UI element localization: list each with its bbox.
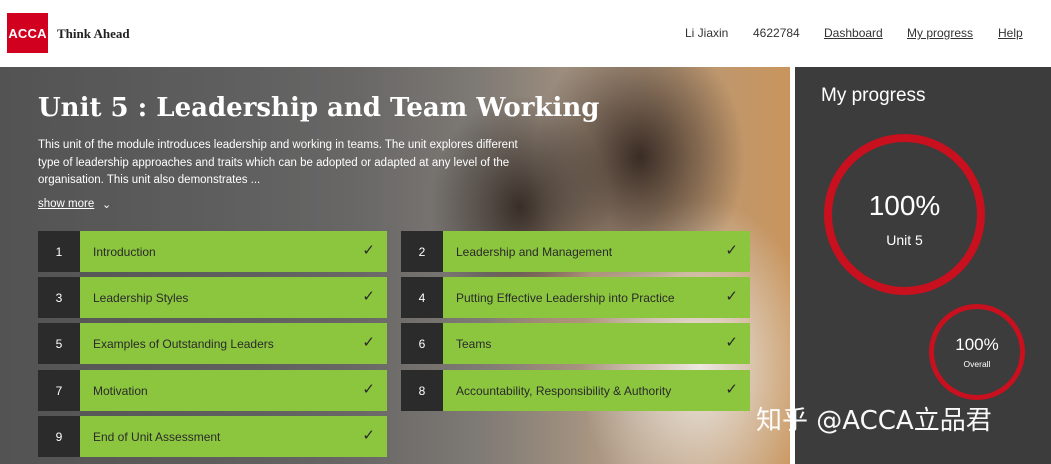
checkmark-icon: ✓: [362, 381, 375, 398]
overall-progress-label: Overall: [963, 359, 991, 369]
topic-label: Putting Effective Leadership into Practi…: [456, 291, 675, 305]
nav-help-link[interactable]: Help: [998, 26, 1023, 40]
topic-number: 3: [38, 277, 80, 318]
progress-title: My progress: [821, 85, 926, 106]
topic-item-2[interactable]: 2 Leadership and Management ✓: [401, 231, 750, 272]
checkmark-icon: ✓: [362, 242, 375, 259]
unit-description: This unit of the module introduces leade…: [38, 139, 518, 186]
nav-my-progress-link[interactable]: My progress: [907, 26, 973, 40]
topic-number: 9: [38, 416, 80, 457]
checkmark-icon: ✓: [725, 381, 738, 398]
checkmark-icon: ✓: [725, 242, 738, 259]
topic-label: End of Unit Assessment: [93, 430, 221, 444]
unit-progress-percent: 100%: [868, 190, 941, 221]
watermark: 知乎 @ACCA立品君: [756, 406, 992, 436]
checkmark-icon: ✓: [362, 427, 375, 444]
topic-label: Motivation: [93, 384, 148, 398]
overall-progress-ring: 100% Overall: [929, 304, 1025, 400]
overall-progress-percent: 100%: [955, 335, 999, 354]
topic-label: Teams: [456, 337, 492, 351]
topic-number: 4: [401, 277, 443, 318]
acca-logo[interactable]: ACCA: [7, 13, 48, 53]
show-more-link[interactable]: show more: [38, 198, 94, 210]
topic-number: 6: [401, 323, 443, 364]
user-name: Li Jiaxin: [685, 26, 729, 40]
top-header: ACCA Think Ahead Li Jiaxin 4622784 Dashb…: [0, 0, 1051, 67]
topic-label: Introduction: [93, 245, 156, 259]
topic-item-8[interactable]: 8 Accountability, Responsibility & Autho…: [401, 370, 750, 411]
page-title: Unit 5 : Leadership and Team Working: [38, 93, 600, 123]
topic-item-3[interactable]: 3 Leadership Styles ✓: [38, 277, 387, 318]
topic-label: Accountability, Responsibility & Authori…: [456, 384, 672, 398]
chevron-down-icon[interactable]: ⌄: [102, 198, 111, 211]
topic-label: Leadership Styles: [93, 291, 189, 305]
unit-topic-grid: 1 Introduction ✓ 2 Leadership and Managem…: [38, 231, 751, 464]
checkmark-icon: ✓: [725, 334, 738, 351]
topic-item-7[interactable]: 7 Motivation ✓: [38, 370, 387, 411]
topic-number: 1: [38, 231, 80, 272]
checkmark-icon: ✓: [725, 288, 738, 305]
topic-item-1[interactable]: 1 Introduction ✓: [38, 231, 387, 272]
topic-number: 2: [401, 231, 443, 272]
topic-item-4[interactable]: 4 Putting Effective Leadership into Prac…: [401, 277, 750, 318]
unit-progress-ring: 100% Unit 5: [824, 134, 985, 295]
user-id: 4622784: [753, 26, 800, 40]
topic-number: 7: [38, 370, 80, 411]
checkmark-icon: ✓: [362, 288, 375, 305]
topic-item-5[interactable]: 5 Examples of Outstanding Leaders ✓: [38, 323, 387, 364]
topic-item-9[interactable]: 9 End of Unit Assessment ✓: [38, 416, 387, 457]
topic-number: 5: [38, 323, 80, 364]
unit-hero: Unit 5 : Leadership and Team Working Thi…: [0, 67, 790, 464]
nav-dashboard-link[interactable]: Dashboard: [824, 26, 883, 40]
topic-number: 8: [401, 370, 443, 411]
checkmark-icon: ✓: [362, 334, 375, 351]
unit-progress-label: Unit 5: [886, 232, 923, 248]
tagline: Think Ahead: [57, 26, 130, 41]
topic-item-6[interactable]: 6 Teams ✓: [401, 323, 750, 364]
topic-label: Examples of Outstanding Leaders: [93, 337, 274, 351]
topic-label: Leadership and Management: [456, 245, 613, 259]
